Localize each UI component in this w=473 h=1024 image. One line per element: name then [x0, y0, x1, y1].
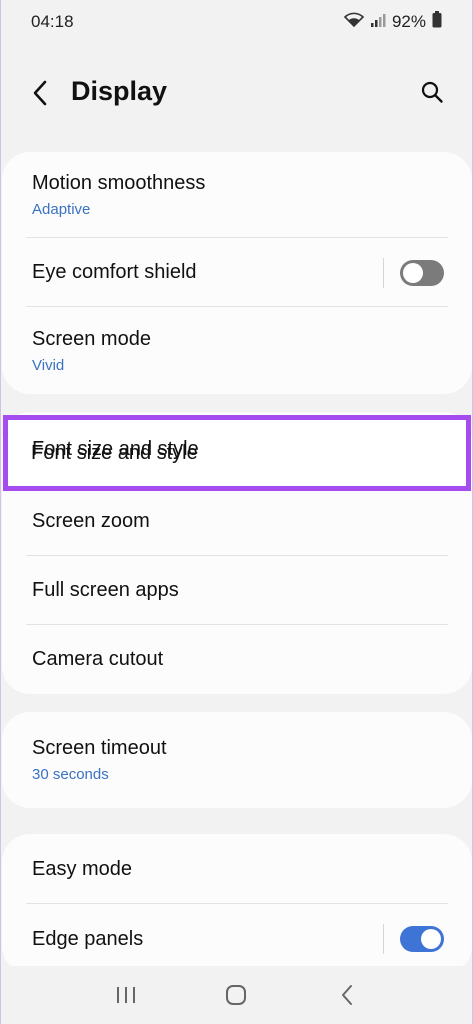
- settings-group-timeout: Screen timeout 30 seconds: [2, 712, 472, 808]
- search-icon[interactable]: [416, 76, 448, 108]
- edge-panels-item[interactable]: Edge panels: [2, 904, 472, 974]
- eye-comfort-shield-toggle[interactable]: [400, 259, 444, 286]
- battery-percent: 92%: [391, 12, 426, 31]
- toggle-knob: [421, 929, 441, 949]
- item-title: Screen zoom: [32, 510, 150, 532]
- item-title: Eye comfort shield: [32, 261, 197, 283]
- toggle-wrap: [383, 924, 444, 954]
- status-icons: 92%: [343, 11, 442, 33]
- screen-timeout-item[interactable]: Screen timeout 30 seconds: [2, 712, 472, 808]
- item-title: Screen timeout: [32, 737, 167, 759]
- toggle-knob: [403, 262, 423, 283]
- page-title: Display: [71, 76, 168, 106]
- edge-panels-toggle[interactable]: [400, 926, 444, 952]
- vertical-separator: [383, 924, 384, 954]
- item-title: Motion smoothness: [32, 172, 206, 194]
- home-icon[interactable]: [216, 975, 256, 1015]
- eye-comfort-shield-item[interactable]: Eye comfort shield: [2, 238, 472, 307]
- screen-mode-item[interactable]: Screen mode Vivid: [2, 307, 472, 394]
- item-title: Edge panels: [32, 927, 144, 950]
- screen-zoom-item[interactable]: Screen zoom: [2, 487, 472, 556]
- app-header: Display: [1, 62, 472, 122]
- wifi-icon: [343, 12, 365, 33]
- signal-icon: [370, 12, 386, 32]
- item-title: Font size and style: [32, 438, 199, 460]
- motion-smoothness-item[interactable]: Motion smoothness Adaptive: [2, 152, 472, 238]
- navigation-bar: [1, 966, 472, 1024]
- status-time: 04:18: [31, 12, 74, 31]
- settings-group-display-quality: Motion smoothness Adaptive Eye comfort s…: [2, 152, 472, 394]
- item-subtitle: Vivid: [32, 356, 65, 374]
- back-arrow-icon[interactable]: [25, 78, 55, 108]
- full-screen-apps-item[interactable]: Full screen apps: [2, 556, 472, 625]
- item-title: Camera cutout: [32, 648, 164, 670]
- display-settings-screen: 04:18 92% Display Motion smoothness Adap…: [0, 0, 473, 1024]
- toggle-wrap: [383, 257, 444, 288]
- status-bar: 04:18 92%: [1, 0, 472, 44]
- settings-group-fonts-screen: Font size and style Screen zoom Full scr…: [2, 412, 472, 694]
- item-title: Screen mode: [32, 327, 151, 350]
- camera-cutout-item[interactable]: Camera cutout: [2, 625, 472, 694]
- font-size-and-style-item[interactable]: Font size and style: [2, 412, 472, 487]
- recent-apps-icon[interactable]: [106, 975, 146, 1015]
- vertical-separator: [383, 257, 384, 288]
- item-title: Full screen apps: [32, 579, 179, 601]
- battery-icon: [432, 11, 442, 33]
- easy-mode-item[interactable]: Easy mode: [2, 834, 472, 904]
- settings-group-modes: Easy mode Edge panels: [2, 834, 472, 974]
- item-title: Easy mode: [32, 857, 133, 880]
- item-subtitle: Adaptive: [32, 201, 91, 218]
- back-icon[interactable]: [327, 975, 367, 1015]
- item-subtitle: 30 seconds: [32, 766, 109, 783]
